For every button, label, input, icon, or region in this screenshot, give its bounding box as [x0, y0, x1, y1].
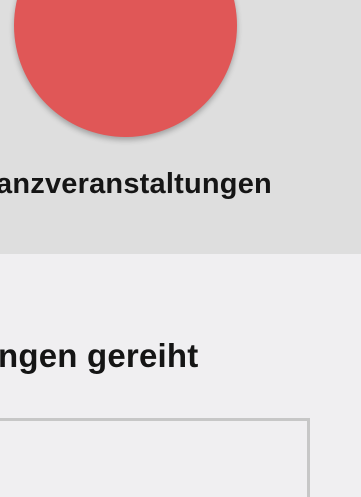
- list-card[interactable]: [0, 418, 310, 497]
- category-title: anzveranstaltungen: [0, 168, 272, 200]
- section-heading: ngen gereiht: [0, 337, 199, 374]
- category-header: anzveranstaltungen: [0, 0, 361, 254]
- screen: anzveranstaltungen ngen gereiht: [0, 0, 361, 497]
- category-badge-circle[interactable]: [14, 0, 237, 137]
